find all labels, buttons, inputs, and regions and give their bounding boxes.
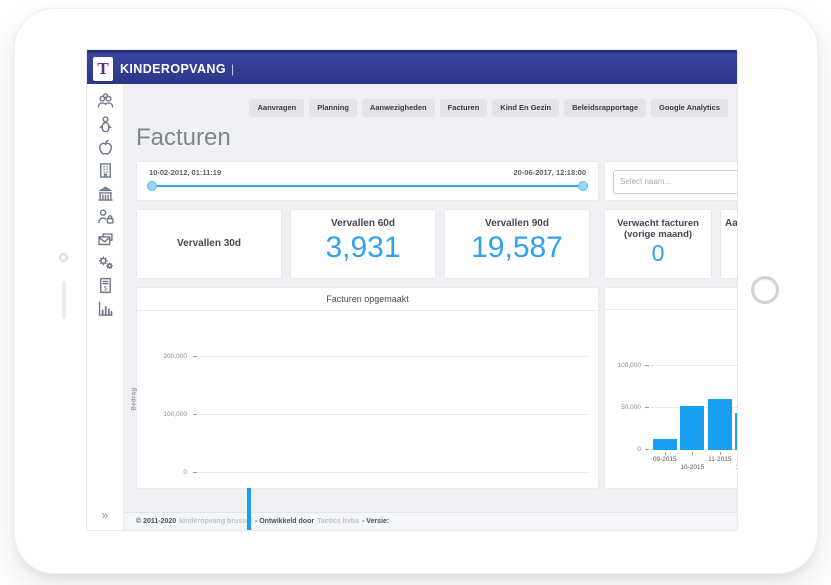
tab-google-analytics[interactable]: Google Analytics [651, 99, 728, 117]
y-tick-label: 100,000 [137, 411, 187, 419]
stat-card-vervallen-30d: Vervallen 30d [136, 209, 282, 279]
mini-chart-plot: 0 50,000 100,000 09-201510-201511-201512-20… [605, 310, 737, 488]
date-range-slider-card: 10-02-2012, 01:11:19 20-06-2017, 12:18:0… [136, 161, 599, 201]
chart-title [605, 288, 737, 310]
tab-row: Aanvragen Planning Aanwezigheden FacturenKi… [124, 99, 737, 117]
app-screen: T KINDEROPVANG | $ » AanvragenPlanningAa… [86, 49, 738, 531]
stat-label: Aa [721, 218, 737, 230]
bar[interactable] [653, 439, 677, 449]
stat-card-vervallen-90d: Vervallen 90d 19,587 [444, 209, 590, 279]
y-tick-label: 200,000 [137, 353, 187, 361]
sidebar-expand-chevrons[interactable]: » [102, 508, 109, 522]
tablet-frame: T KINDEROPVANG | $ » AanvragenPlanningAa… [14, 8, 818, 574]
tab-kind-en-gezin[interactable]: Kind En Gezin [492, 99, 559, 117]
stat-card-verwacht-facturen: Verwacht facturen (vorige maand) 0 [604, 209, 712, 279]
stat-value: 3,931 [291, 232, 435, 264]
stat-label: Vervallen 90d [445, 218, 589, 230]
footer-ontwikkeld-door: - Ontwikkeld door [255, 518, 314, 525]
bar-series [199, 321, 588, 473]
date-range-start: 10-02-2012, 01:11:19 [149, 168, 221, 177]
school-icon[interactable] [96, 184, 115, 203]
tab-beleidsrapportage[interactable]: Beleidsrapportage [564, 99, 646, 117]
bar[interactable] [680, 406, 704, 450]
tab-aanvragen[interactable]: Aanvragen [249, 99, 304, 117]
footer-2011-2020: © 2011-2020 [136, 518, 176, 525]
bar[interactable] [735, 413, 737, 449]
user-lock-icon[interactable] [96, 207, 115, 226]
stat-card-clipped: Aa [720, 209, 737, 279]
footer: © 2011-2020kinderopvang brussel- Ontwikk… [124, 512, 737, 530]
app-logo-icon[interactable]: T [93, 57, 113, 81]
y-tick-mark [645, 365, 649, 366]
bezel-slot [62, 281, 66, 319]
footer-kinderopvang-brussel[interactable]: kinderopvang brussel [179, 518, 252, 525]
tab-facturen[interactable]: Facturen [440, 99, 488, 117]
y-tick-mark [193, 356, 197, 357]
brand-title: KINDEROPVANG [120, 62, 226, 76]
main-area: AanvragenPlanningAanwezighedenFacturenKi… [124, 84, 737, 530]
tab-planning[interactable]: Planning [309, 99, 357, 117]
gridline [651, 365, 737, 366]
x-tick-mark [720, 452, 721, 455]
gears-icon[interactable] [96, 253, 115, 272]
sidebar-icons: $ [96, 92, 115, 322]
chart-facturen-opgemaakt: Facturen opgemaakt Bedrag 0100,000200,00… [136, 287, 599, 489]
stat-value: 19,587 [445, 232, 589, 264]
footer-versie: - Versie: [362, 518, 389, 525]
tab-aanwezigheden[interactable]: Aanwezigheden [362, 99, 435, 117]
bar[interactable] [708, 399, 732, 449]
sidebar: $ » [87, 84, 124, 530]
x-tick-mark [692, 452, 693, 455]
chart-title: Facturen opgemaakt [137, 288, 598, 311]
slider-handle-start[interactable] [147, 181, 157, 191]
x-tick-label: 10-2015 [672, 464, 712, 471]
x-tick-label: 11-2015 [700, 456, 737, 463]
y-tick-mark [193, 414, 197, 415]
slider-handle-end[interactable] [578, 181, 588, 191]
apple-icon[interactable] [96, 138, 115, 157]
y-tick-mark [193, 472, 197, 473]
stat-card-vervallen-60d: Vervallen 60d 3,931 [290, 209, 436, 279]
name-select-input[interactable] [613, 170, 737, 194]
y-tick-label: 0 [605, 446, 641, 454]
users-group-icon[interactable] [96, 92, 115, 111]
y-tick-mark [645, 449, 649, 450]
name-select-card [604, 161, 737, 201]
child-icon[interactable] [96, 115, 115, 134]
invoice-icon[interactable]: $ [96, 276, 115, 295]
main-chart-plot: Bedrag 0100,000200,000 [137, 311, 598, 488]
stat-label: Vervallen 60d [291, 218, 435, 230]
chart-mini-monthly: 0 50,000 100,000 09-201510-201511-201512-20… [604, 287, 737, 489]
y-axis-label: Bedrag [132, 387, 138, 410]
stat-label: Vervallen 30d [177, 238, 241, 250]
home-button[interactable] [751, 276, 779, 304]
svg-text:$: $ [103, 285, 107, 292]
y-tick-label: 50,000 [605, 404, 641, 412]
x-tick-mark [665, 452, 666, 455]
x-tick-label: 12-2015 [727, 464, 737, 471]
date-range-track[interactable] [149, 185, 586, 187]
stat-value: 0 [605, 241, 711, 265]
bar-chart-icon[interactable] [96, 299, 115, 318]
front-camera [59, 253, 68, 262]
brand-separator: | [231, 62, 234, 76]
bar[interactable] [247, 491, 251, 530]
mail-icon[interactable] [96, 230, 115, 249]
footer-tactics-bvba[interactable]: Tactics bvba [317, 518, 359, 525]
building-icon[interactable] [96, 161, 115, 180]
date-range-end: 20-06-2017, 12:18:00 [513, 168, 586, 177]
y-tick-label: 100,000 [605, 362, 641, 370]
x-tick-label: 09-2015 [645, 456, 685, 463]
stat-label: Verwacht facturen (vorige maand) [605, 218, 711, 241]
y-tick-label: 0 [137, 469, 187, 477]
y-tick-mark [645, 407, 649, 408]
page-title: Facturen [136, 124, 737, 152]
app-header: T KINDEROPVANG | [87, 50, 737, 84]
